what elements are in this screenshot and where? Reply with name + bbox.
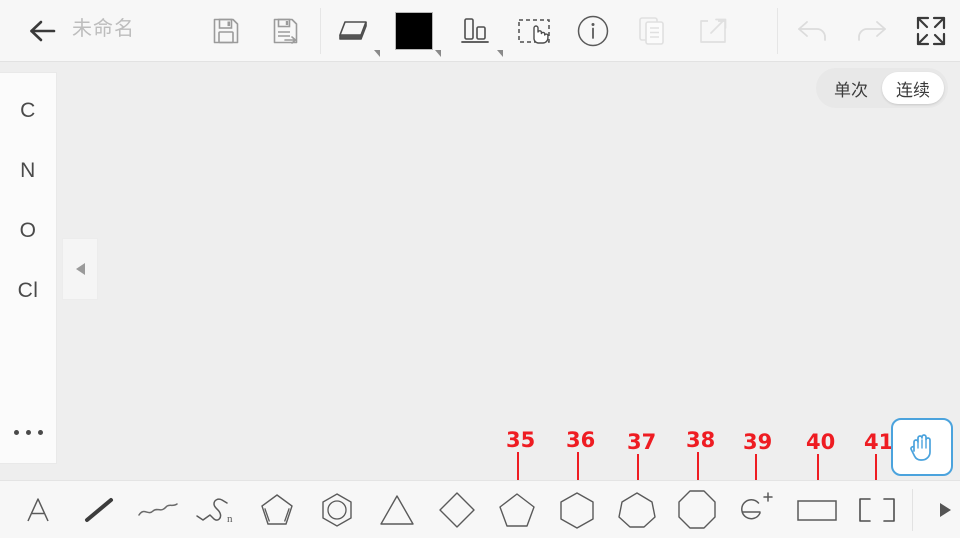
pentagon-icon (497, 491, 537, 529)
annotation-39: 39 (743, 430, 773, 454)
brackets-icon (855, 495, 899, 525)
sidebar-element-o[interactable]: O (0, 215, 56, 247)
pan-hand-tool-button[interactable] (891, 418, 953, 476)
undo-button[interactable] (790, 8, 836, 54)
polymer-tool-button[interactable]: n (194, 487, 240, 533)
bottom-toolbar: n (0, 480, 960, 538)
dot-icon (25, 429, 31, 435)
floppy-disk-arrow-icon (271, 16, 301, 46)
info-circle-icon (576, 14, 610, 48)
triangle-icon (377, 492, 417, 528)
chain-tool-button[interactable] (135, 487, 181, 533)
dot-icon (13, 429, 19, 435)
octagon-icon (676, 489, 718, 531)
chem-draw-app: 未命名 单次 连续 C N O Cl 35 36 37 38 39 40 41 … (0, 0, 960, 538)
share-export-icon (697, 16, 729, 46)
sidebar-element-n[interactable]: N (0, 155, 56, 187)
color-dropdown-triangle[interactable] (435, 50, 441, 57)
rectangle-icon (795, 496, 839, 524)
info-button[interactable] (570, 8, 616, 54)
annotation-40: 40 (806, 430, 836, 454)
triangle-right-icon (939, 503, 951, 517)
fullscreen-button[interactable] (908, 8, 954, 54)
element-sidebar: C N O Cl (0, 72, 57, 464)
mode-option-single[interactable]: 单次 (820, 72, 882, 104)
back-arrow-icon (28, 18, 58, 44)
back-button[interactable] (20, 8, 66, 54)
expand-arrows-icon (913, 13, 949, 49)
hexagon-icon (557, 490, 597, 530)
cyclopentadiene-icon (258, 491, 296, 529)
undo-arrow-icon (795, 18, 831, 44)
diamond-tool-button[interactable] (434, 487, 480, 533)
sidebar-element-c[interactable]: C (0, 95, 56, 127)
sidebar-collapse-button[interactable] (62, 238, 98, 300)
annotation-41: 41 (864, 430, 894, 454)
sidebar-element-cl[interactable]: Cl (0, 275, 56, 307)
annotation-37: 37 (627, 430, 657, 454)
annotation-38: 38 (686, 428, 716, 452)
diamond-icon (437, 490, 477, 530)
save-as-button[interactable] (263, 8, 309, 54)
bond-tool-button[interactable] (76, 487, 122, 533)
mode-option-continuous[interactable]: 连续 (882, 72, 944, 104)
sidebar-more-button[interactable] (0, 419, 56, 445)
charge-tool-button[interactable] (734, 487, 780, 533)
toolbar-divider-1 (320, 8, 321, 54)
floppy-disk-icon (211, 16, 241, 46)
save-button[interactable] (203, 8, 249, 54)
dot-icon (37, 429, 43, 435)
triangle-tool-button[interactable] (374, 487, 420, 533)
redo-arrow-icon (853, 18, 889, 44)
electron-charge-icon (737, 491, 777, 529)
eraser-button[interactable] (330, 8, 376, 54)
zigzag-chain-icon (136, 497, 180, 523)
mode-toggle: 单次 连续 (816, 68, 948, 108)
letter-a-icon (23, 495, 53, 525)
copy-pages-icon (637, 15, 669, 47)
heptagon-icon (617, 490, 657, 530)
eraser-icon (335, 17, 371, 45)
color-swatch-button[interactable] (391, 8, 437, 54)
lasso-select-button[interactable] (512, 8, 558, 54)
benzene-tool-button[interactable] (314, 487, 360, 533)
bond-line-icon (82, 495, 116, 525)
top-toolbar: 未命名 (0, 0, 960, 62)
redo-button[interactable] (848, 8, 894, 54)
bracket-tool-button[interactable] (854, 487, 900, 533)
color-swatch-icon (395, 12, 433, 50)
hexagon-tool-button[interactable] (554, 487, 600, 533)
annotation-35: 35 (506, 428, 536, 452)
scroll-right-button[interactable] (922, 487, 960, 533)
bottom-toolbar-divider (912, 489, 913, 531)
align-bottom-icon (458, 15, 492, 47)
octagon-tool-button[interactable] (674, 487, 720, 533)
eraser-dropdown-triangle[interactable] (374, 50, 380, 57)
rectangle-tool-button[interactable] (794, 487, 840, 533)
cyclopentadiene-tool-button[interactable] (254, 487, 300, 533)
pentagon-tool-button[interactable] (494, 487, 540, 533)
svg-text:n: n (227, 513, 233, 525)
toolbar-divider-2 (777, 8, 778, 54)
benzene-ring-icon (318, 491, 356, 529)
copy-button[interactable] (630, 8, 676, 54)
chevron-left-icon (75, 263, 85, 275)
text-tool-button[interactable] (15, 487, 61, 533)
document-title[interactable]: 未命名 (72, 14, 135, 44)
heptagon-tool-button[interactable] (614, 487, 660, 533)
align-dropdown-triangle[interactable] (497, 50, 503, 57)
polymer-chain-n-icon: n (194, 494, 240, 526)
hand-icon (905, 429, 939, 465)
align-button[interactable] (452, 8, 498, 54)
share-button[interactable] (690, 8, 736, 54)
annotation-36: 36 (566, 428, 596, 452)
lasso-select-icon (515, 16, 555, 46)
